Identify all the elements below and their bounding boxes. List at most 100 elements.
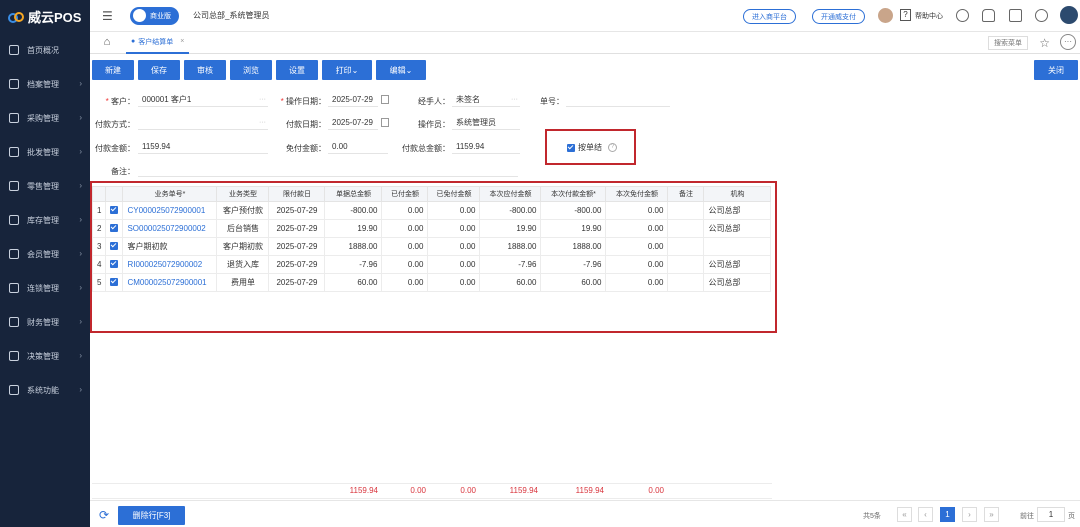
help-icon[interactable]: ? <box>900 9 911 21</box>
sidebar-item[interactable]: 首页概况 <box>0 33 90 67</box>
table-row[interactable]: 1 CY000025072900001 客户预付款 2025-07-29 -800.00… <box>91 201 772 220</box>
help-center-link[interactable]: 帮助中心 <box>915 11 943 21</box>
handler-field[interactable]: 未签名 ··· <box>452 92 520 107</box>
close-button[interactable]: 关闭 <box>1034 60 1078 80</box>
user-avatar[interactable] <box>878 8 893 23</box>
account-avatar[interactable] <box>1060 6 1078 24</box>
cell-pay[interactable]: -7.96 <box>540 255 607 274</box>
remark-field[interactable] <box>138 162 518 177</box>
settings-button[interactable]: 设置 <box>276 60 318 80</box>
lookup-icon[interactable]: ··· <box>259 119 266 126</box>
cell-type: 费用单 <box>216 273 270 292</box>
power-icon[interactable] <box>1035 9 1048 22</box>
star-icon[interactable]: ☆ <box>1039 36 1050 50</box>
table-row[interactable]: 4 RI000025072900002 退货入库 2025-07-29 -7.96 0.0… <box>91 255 772 274</box>
doc-no-field[interactable] <box>566 92 670 107</box>
info-icon[interactable] <box>956 9 969 22</box>
op-date-field[interactable]: 2025-07-29 <box>328 92 378 107</box>
cell-free[interactable]: 0.00 <box>605 273 669 292</box>
sidebar-item[interactable]: 会员管理 › <box>0 237 90 271</box>
cell-free[interactable]: 0.00 <box>605 255 669 274</box>
row-select-cell[interactable] <box>105 237 124 256</box>
home-icon[interactable]: ⌂ <box>100 36 114 49</box>
checkbox-checked-icon[interactable] <box>567 143 575 152</box>
by-bill-label: 按单结 <box>578 143 602 152</box>
cell-remark[interactable] <box>667 201 705 220</box>
cell-pay[interactable]: 1888.00 <box>540 237 607 256</box>
cell-no[interactable]: CY000025072900001 <box>122 201 218 220</box>
sidebar-item[interactable]: 零售管理 › <box>0 169 90 203</box>
sidebar-item[interactable]: 财务管理 › <box>0 305 90 339</box>
search-menu-input[interactable]: 搜索菜单 <box>988 36 1028 50</box>
current-page[interactable]: 1 <box>940 507 955 522</box>
sidebar-item[interactable]: 决策管理 › <box>0 339 90 373</box>
cell-remark[interactable] <box>667 255 705 274</box>
checkbox-checked-icon[interactable] <box>110 223 119 232</box>
question-icon[interactable]: ? <box>608 143 617 152</box>
prev-page-icon[interactable]: ‹ <box>918 507 933 522</box>
table-row[interactable]: 3 客户期初款 客户期初款 2025-07-29 1888.00 0.00 0.00 1888… <box>91 237 772 256</box>
table-row[interactable]: 2 SO000025072900002 后台销售 2025-07-29 19.90 0.0… <box>91 219 772 238</box>
edition-badge[interactable]: 商业版 <box>130 6 179 25</box>
cell-no[interactable]: 客户期初款 <box>122 237 218 256</box>
cell-no[interactable]: SO000025072900002 <box>122 219 218 238</box>
cell-type: 客户期初款 <box>216 237 270 256</box>
cell-pay[interactable]: -800.00 <box>540 201 607 220</box>
refresh-icon[interactable]: ⟳ <box>99 508 109 522</box>
row-select-cell[interactable] <box>105 201 124 220</box>
sidebar-item[interactable]: 采购管理 › <box>0 101 90 135</box>
save-button[interactable]: 保存 <box>138 60 180 80</box>
cell-no[interactable]: CM000025072900001 <box>122 273 218 292</box>
enter-platform-button[interactable]: 进入商平台 <box>743 9 796 24</box>
sidebar-item[interactable]: 档案管理 › <box>0 67 90 101</box>
customer-field[interactable]: 000001 客户1 ··· <box>138 92 268 107</box>
delete-row-button[interactable]: 删除行[F3] <box>118 506 185 525</box>
lookup-icon[interactable]: ··· <box>511 96 518 103</box>
checkbox-checked-icon[interactable] <box>110 241 119 250</box>
table-row[interactable]: 5 CM000025072900001 费用单 2025-07-29 60.00 0.00… <box>91 273 772 292</box>
cell-free[interactable]: 0.00 <box>605 201 669 220</box>
row-select-cell[interactable] <box>105 219 124 238</box>
cell-remark[interactable] <box>667 219 705 238</box>
goto-page-input[interactable]: 1 <box>1037 507 1065 522</box>
pay-amount-field[interactable]: 1159.94 <box>138 139 268 154</box>
last-page-icon[interactable]: » <box>984 507 999 522</box>
cell-pay[interactable]: 60.00 <box>540 273 607 292</box>
close-tab-icon[interactable]: × <box>180 38 184 45</box>
cell-pay[interactable]: 19.90 <box>540 219 607 238</box>
pay-date-field[interactable]: 2025-07-29 <box>328 115 378 130</box>
browse-button[interactable]: 浏览 <box>230 60 272 80</box>
menu-collapse-icon[interactable]: ☰ <box>102 9 116 23</box>
more-icon[interactable]: ··· <box>1060 34 1076 50</box>
audit-button[interactable]: 审核 <box>184 60 226 80</box>
sidebar-item[interactable]: 批发管理 › <box>0 135 90 169</box>
print-dropdown[interactable]: 打印 ⌄ <box>322 60 372 80</box>
sidebar-item[interactable]: 连锁管理 › <box>0 271 90 305</box>
cell-free[interactable]: 0.00 <box>605 237 669 256</box>
row-select-cell[interactable] <box>105 255 124 274</box>
first-page-icon[interactable]: « <box>897 507 912 522</box>
cell-remark[interactable] <box>667 273 705 292</box>
by-bill-checkbox[interactable]: 按单结 ? <box>567 142 617 153</box>
cell-no[interactable]: RI000025072900002 <box>122 255 218 274</box>
row-select-cell[interactable] <box>105 273 124 292</box>
free-amount-field[interactable]: 0.00 <box>328 139 388 154</box>
bell-icon[interactable] <box>982 9 995 22</box>
open-pay-button[interactable]: 开通威支付 <box>812 9 865 24</box>
checkbox-checked-icon[interactable] <box>110 205 119 214</box>
tab-customer-settlement[interactable]: ● 客户结算单 × <box>126 32 190 54</box>
calendar-icon[interactable] <box>381 95 389 104</box>
edit-dropdown[interactable]: 编辑 ⌄ <box>376 60 426 80</box>
sidebar-item[interactable]: 库存管理 › <box>0 203 90 237</box>
new-button[interactable]: 新建 <box>92 60 134 80</box>
calendar-icon[interactable] <box>381 118 389 127</box>
lookup-icon[interactable]: ··· <box>259 96 266 103</box>
cell-remark[interactable] <box>667 237 705 256</box>
pay-method-field[interactable]: ··· <box>138 115 268 130</box>
checkbox-checked-icon[interactable] <box>110 277 119 286</box>
next-page-icon[interactable]: › <box>962 507 977 522</box>
checkbox-checked-icon[interactable] <box>110 259 119 268</box>
lock-icon[interactable] <box>1009 9 1022 22</box>
sidebar-item[interactable]: 系统功能 › <box>0 373 90 407</box>
cell-free[interactable]: 0.00 <box>605 219 669 238</box>
